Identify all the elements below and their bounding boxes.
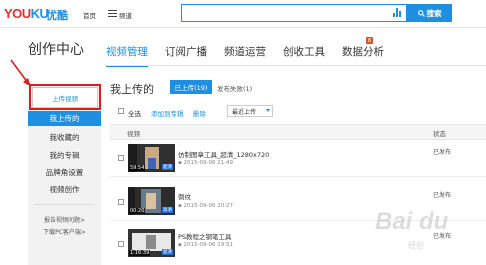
quality-tag: 超清 [162, 249, 173, 255]
video-title-link[interactable]: PS教程之钢笔工具 [178, 231, 232, 241]
youku-logo[interactable]: YOUKU [4, 6, 49, 21]
tab-data-analysis[interactable]: 数据分析 [342, 44, 384, 67]
add-to-album-link[interactable]: 添加到专辑 [151, 108, 184, 118]
video-date: ▪ 2015-09-06 21:49 [178, 160, 234, 166]
select-all-checkbox[interactable] [118, 108, 124, 114]
nav-home-link[interactable]: 首页 [83, 10, 96, 20]
search-input[interactable] [181, 4, 407, 22]
sidebar-item-video-creation[interactable]: 视频创作 [28, 184, 101, 195]
menu-icon[interactable] [108, 10, 117, 17]
video-date: ▪ 2015-09-06 19:51 [178, 242, 234, 248]
section-title: 我上传的 [110, 83, 154, 96]
page-title: 创作中心 [28, 42, 84, 58]
sidebar-item-my-uploads[interactable]: 我上传的 [28, 111, 101, 126]
upload-highlight-box [29, 84, 101, 110]
tab-video-management[interactable]: 视频管理 [106, 44, 148, 67]
sidebar-separator [34, 204, 95, 205]
publish-failed-tab[interactable]: 发布失败(1) [217, 83, 252, 93]
nav-channel-link[interactable]: 频道 [119, 10, 132, 20]
quality-tag: 超清 [162, 164, 173, 170]
tab-revenue-tools[interactable]: 创收工具 [283, 44, 325, 67]
column-header-video: 视频 [127, 130, 140, 138]
main-tabs: 视频管理 订阅广播 频道运营 创收工具 数据分析 [106, 44, 384, 67]
chevron-down-icon [266, 109, 270, 112]
search-icon [417, 9, 425, 17]
video-date: ▪ 2015-09-06 20:27 [178, 203, 234, 209]
video-status: 已发布 [433, 149, 452, 156]
quality-tag: 高清 [162, 207, 173, 213]
tab-subscription[interactable]: 订阅广播 [165, 44, 207, 67]
data-tab-badge: 8 [366, 37, 373, 44]
search-button-label: 搜索 [426, 8, 442, 18]
row-checkbox[interactable] [118, 155, 124, 161]
column-header-status: 状态 [433, 130, 446, 138]
search-button[interactable]: 搜索 [407, 4, 452, 22]
download-client-link[interactable]: 下载PC客户端> [28, 227, 101, 236]
tabs-divider [106, 65, 486, 66]
sidebar-item-my-albums[interactable]: 我的专辑 [28, 150, 101, 161]
select-all-label[interactable]: 全选 [128, 108, 141, 118]
row-divider [110, 176, 486, 177]
video-status: 已发布 [433, 192, 452, 199]
report-problem-link[interactable]: 报告视频问题> [28, 215, 101, 224]
delete-link[interactable]: 删除 [193, 108, 206, 118]
video-duration: 1:16:39 [129, 250, 151, 256]
video-duration: 59:54 [129, 165, 146, 171]
uploaded-count-tab[interactable]: 已上传(19) [170, 80, 212, 94]
bar-chart-icon [393, 8, 401, 17]
sidebar-item-brand-settings[interactable]: 品牌角设置 [28, 167, 101, 178]
video-title-link[interactable]: 仿制图章工具_超清_1280x720 [178, 149, 269, 159]
sidebar-item-my-favorites[interactable]: 我收藏的 [28, 132, 101, 143]
video-thumbnail[interactable]: 59:54 超清 [128, 144, 175, 172]
table-header [110, 124, 486, 140]
youku-logo-cn[interactable]: 优酷 [46, 7, 68, 23]
tab-channel-ops[interactable]: 频道运营 [224, 44, 266, 67]
video-thumbnail[interactable]: 1:16:39 超清 [128, 229, 175, 257]
video-duration: 00:20 [129, 208, 146, 214]
video-thumbnail[interactable]: 00:20 高清 [128, 187, 175, 215]
baidu-watermark: Bai du [375, 208, 449, 235]
video-title-link[interactable]: 倒纹 [178, 191, 191, 201]
row-checkbox[interactable] [118, 241, 124, 247]
row-checkbox[interactable] [118, 199, 124, 205]
baidu-watermark-sub: 经验 [408, 241, 424, 250]
